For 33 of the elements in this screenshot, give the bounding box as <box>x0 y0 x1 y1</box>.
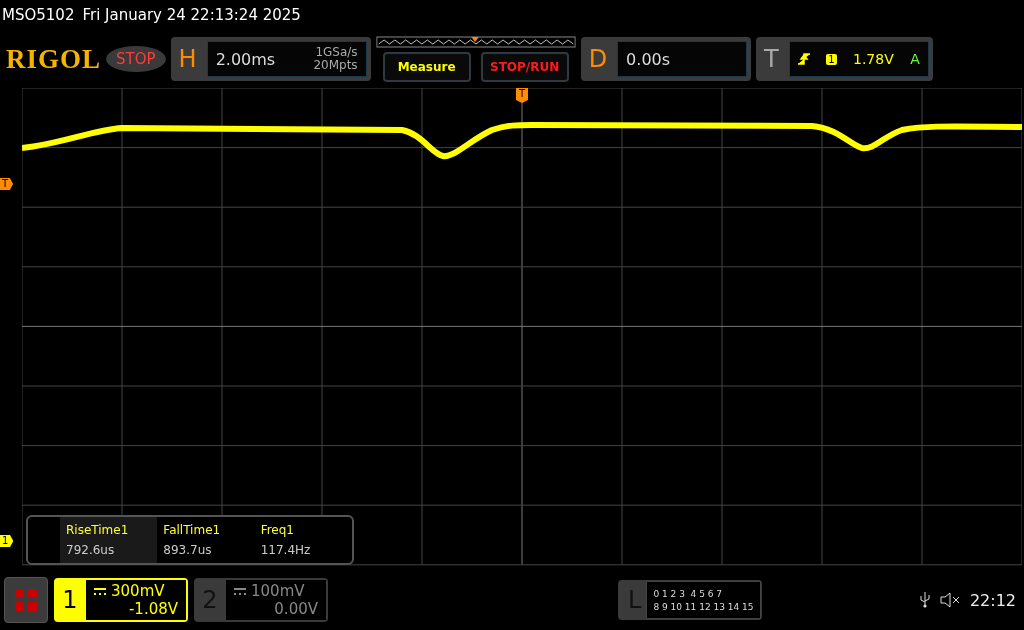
usb-icon <box>919 592 930 608</box>
measurement-label: FallTime1 <box>163 523 222 537</box>
trigger-panel[interactable]: T 1 1.78V A <box>756 37 933 81</box>
trigger-level-marker: T <box>0 178 14 190</box>
horizontal-panel[interactable]: H 2.00ms 1GSa/s 20Mpts <box>170 37 371 81</box>
grid-squares-icon <box>15 589 37 611</box>
dc-coupling-icon <box>234 587 246 595</box>
date-time: Fri January 24 22:13:24 2025 <box>82 6 301 24</box>
measurement-value: 792.6us <box>66 543 116 557</box>
run-state-badge: STOP <box>106 46 166 72</box>
measurement-value: 893.7us <box>163 543 213 557</box>
measurement-value: 117.4Hz <box>260 543 312 557</box>
channel-offset-marker: 1 <box>0 535 14 547</box>
trigger-level: 1.78V <box>853 51 894 67</box>
menu-button[interactable] <box>4 577 48 623</box>
channel-panel[interactable]: 1 300mV -1.08V <box>54 578 188 622</box>
trigger-mode: A <box>910 51 920 67</box>
logo: RIGOL <box>6 43 102 75</box>
speaker-muted-icon <box>939 592 960 608</box>
rising-edge-icon <box>797 53 810 65</box>
delay-panel[interactable]: D 0.00s <box>580 37 752 81</box>
logic-channel-numbers: 8 9 10 11 12 13 14 15 <box>653 601 754 612</box>
memory-overview-icon <box>375 36 576 48</box>
stop-run-button[interactable]: STOP/RUN <box>480 52 569 82</box>
clock: 22:12 <box>969 590 1016 610</box>
trigger-position-marker: T <box>516 88 528 103</box>
logic-channel-numbers: 0 1 2 3 4 5 6 7 <box>653 588 724 599</box>
measure-button[interactable]: Measure <box>382 52 471 82</box>
dc-coupling-icon <box>94 587 106 595</box>
measurement-label: RiseTime1 <box>66 523 130 537</box>
measurement-label: Freq1 <box>260 523 295 537</box>
trigger-source-badge: 1 <box>826 53 837 65</box>
model-name: MSO5102 <box>2 6 75 24</box>
